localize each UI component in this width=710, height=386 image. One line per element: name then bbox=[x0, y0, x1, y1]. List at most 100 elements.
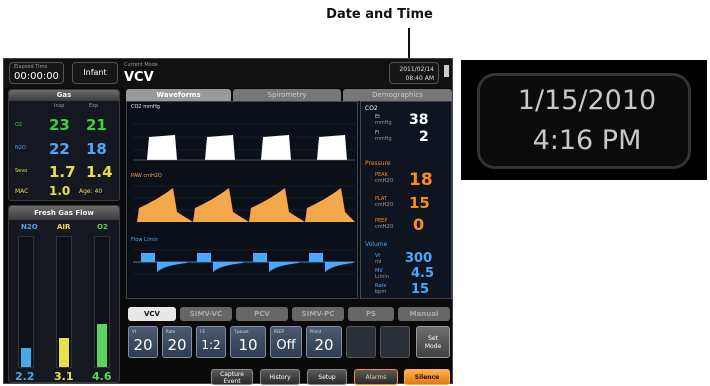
setting-rate-label: Rate bbox=[166, 329, 176, 334]
gas-n2o-exp: 18 bbox=[86, 140, 107, 158]
setting-tpause-button[interactable]: Tpause 10 bbox=[230, 326, 266, 358]
fgf-air-fill bbox=[59, 338, 69, 367]
setting-vt-value: 20 bbox=[133, 336, 153, 354]
fgf-o2-bar[interactable] bbox=[94, 236, 110, 368]
figure-root: Date and Time Elapsed Time 00:00:00 Infa… bbox=[0, 0, 710, 386]
setting-peep-label: PEEP bbox=[274, 329, 284, 334]
fgf-air-value: 3.1 bbox=[54, 370, 74, 383]
vt-value: 300 bbox=[405, 251, 433, 266]
setting-rate-button[interactable]: Rate 20 bbox=[162, 326, 192, 358]
setting-plimit-label: Plimit bbox=[310, 329, 322, 334]
setting-ie-label: I:E bbox=[200, 329, 206, 334]
gas-title: Gas bbox=[9, 90, 119, 101]
fgf-air-name: AIR bbox=[57, 223, 71, 231]
callout-pointer bbox=[408, 28, 410, 58]
tab-demographics[interactable]: Demographics bbox=[343, 89, 452, 101]
fgf-n2o-fill bbox=[21, 347, 31, 367]
setting-peep-value: Off bbox=[276, 338, 296, 353]
time-text: 08:40 AM bbox=[405, 75, 434, 82]
setting-plimit-value: 20 bbox=[314, 336, 334, 354]
co2-waveform bbox=[147, 135, 347, 160]
battery-icon bbox=[444, 65, 449, 77]
gas-row-sevo-name: Sevo bbox=[15, 168, 28, 174]
setting-tpause-value: 10 bbox=[238, 336, 258, 354]
capture-line2: Event bbox=[223, 378, 241, 385]
set-mode-line2: Mode bbox=[424, 343, 442, 350]
mode-tab-manual[interactable]: Manual bbox=[398, 307, 450, 321]
gas-n2o-insp: 22 bbox=[49, 140, 70, 158]
gas-col-exp: Exp bbox=[89, 103, 99, 109]
co2-title: CO2 bbox=[365, 105, 378, 112]
set-mode-button[interactable]: Set Mode bbox=[416, 326, 450, 358]
fresh-gas-panel: Fresh Gas Flow N2O AIR O2 2.2 3.1 4.6 bbox=[8, 205, 120, 383]
rate-unit: bpm bbox=[375, 289, 387, 295]
date-time-box[interactable]: 2011/02/14 08:40 AM bbox=[389, 62, 439, 84]
waveforms-area: CO2 mmHg PAW cmH2O Flow L/min bbox=[126, 101, 358, 299]
fgf-n2o-name: N2O bbox=[21, 223, 38, 231]
gas-sevo-exp: 1.4 bbox=[86, 163, 113, 181]
mode-tab-simv-vc[interactable]: SIMV-VC bbox=[180, 307, 232, 321]
gas-row-n2o-name: N2O bbox=[15, 145, 26, 151]
elapsed-time: 00:00:00 bbox=[14, 71, 59, 82]
tab-waveforms[interactable]: Waveforms bbox=[126, 89, 231, 101]
peak-unit: cmH2O bbox=[375, 178, 394, 184]
setting-ie-button[interactable]: I:E 1:2 bbox=[196, 326, 226, 358]
plat-unit: cmH2O bbox=[375, 202, 394, 208]
mode-tab-pcv[interactable]: PCV bbox=[236, 307, 288, 321]
zoom-time: 4:16 PM bbox=[532, 125, 642, 156]
flow-waveform bbox=[141, 253, 353, 272]
tab-spirometry[interactable]: Spirometry bbox=[233, 89, 341, 101]
et-value: 38 bbox=[409, 112, 429, 128]
set-mode-line1: Set bbox=[428, 335, 438, 342]
elapsed-label: Elapsed Time bbox=[14, 64, 48, 70]
setting-vt-button[interactable]: Vt 20 bbox=[128, 326, 158, 358]
patient-type: Infant bbox=[83, 68, 107, 77]
waveform-graphs bbox=[133, 123, 355, 275]
paw-waveform bbox=[137, 188, 355, 222]
mv-value: 4.5 bbox=[411, 266, 435, 281]
alarms-button[interactable]: Alarms bbox=[354, 369, 398, 385]
setting-vt-label: Vt bbox=[132, 329, 137, 334]
zoom-frame: 1/15/2010 4:16 PM bbox=[477, 73, 691, 169]
fgf-n2o-bar[interactable] bbox=[18, 236, 34, 368]
gas-panel: Gas Insp Exp O2 23 21 N2O 22 18 Sevo 1.7… bbox=[8, 89, 120, 201]
mac-label: MAC bbox=[15, 188, 29, 195]
fgf-n2o-value: 2.2 bbox=[15, 370, 35, 383]
mode-tab-vcv[interactable]: VCV bbox=[128, 307, 176, 321]
mode-tab-ps[interactable]: PS bbox=[348, 307, 394, 321]
fresh-gas-title: Fresh Gas Flow bbox=[9, 206, 119, 220]
capture-event-button[interactable]: Capture Event bbox=[211, 369, 253, 385]
peak-value: 18 bbox=[409, 170, 433, 190]
zoom-date: 1/15/2010 bbox=[517, 85, 657, 116]
setting-rate-value: 20 bbox=[167, 336, 187, 354]
age-label: Age: 40 bbox=[79, 188, 103, 195]
setup-button[interactable]: Setup bbox=[307, 369, 347, 385]
top-bar: Elapsed Time 00:00:00 Infant Current Mod… bbox=[4, 59, 452, 88]
date-time-zoom-inset: 1/15/2010 4:16 PM bbox=[461, 60, 707, 180]
rate-value: 15 bbox=[411, 282, 430, 297]
numerics-panel: CO2 Et mmHg 38 Fi mmHg 2 Pressure PEAK c… bbox=[360, 101, 452, 299]
pressure-title: Pressure bbox=[365, 160, 391, 167]
fi-value: 2 bbox=[419, 129, 429, 145]
setting-plimit-button[interactable]: Plimit 20 bbox=[306, 326, 342, 358]
patient-type-box[interactable]: Infant bbox=[72, 62, 118, 84]
empty-setting-slot-2 bbox=[380, 326, 410, 358]
mode-tab-simv-pc[interactable]: SIMV-PC bbox=[292, 307, 344, 321]
gas-row-o2-name: O2 bbox=[15, 122, 23, 128]
fgf-o2-name: O2 bbox=[97, 223, 108, 231]
mode-label: Current Mode bbox=[124, 62, 158, 68]
capture-line1: Capture bbox=[220, 371, 244, 378]
mv-unit: L/min bbox=[375, 274, 389, 280]
fi-unit: mmHg bbox=[375, 136, 392, 142]
peep-value: 0 bbox=[413, 215, 425, 234]
anesthesia-screen: Elapsed Time 00:00:00 Infant Current Mod… bbox=[3, 58, 453, 385]
et-unit: mmHg bbox=[375, 120, 392, 126]
silence-button[interactable]: Silence bbox=[404, 369, 450, 385]
history-button[interactable]: History bbox=[260, 369, 300, 385]
gas-o2-insp: 23 bbox=[49, 116, 70, 134]
elapsed-time-box[interactable]: Elapsed Time 00:00:00 bbox=[9, 62, 64, 84]
setting-peep-button[interactable]: PEEP Off bbox=[270, 326, 302, 358]
setting-ie-value: 1:2 bbox=[201, 338, 221, 352]
date-text: 2011/02/14 bbox=[399, 66, 434, 73]
fgf-air-bar[interactable] bbox=[56, 236, 72, 368]
